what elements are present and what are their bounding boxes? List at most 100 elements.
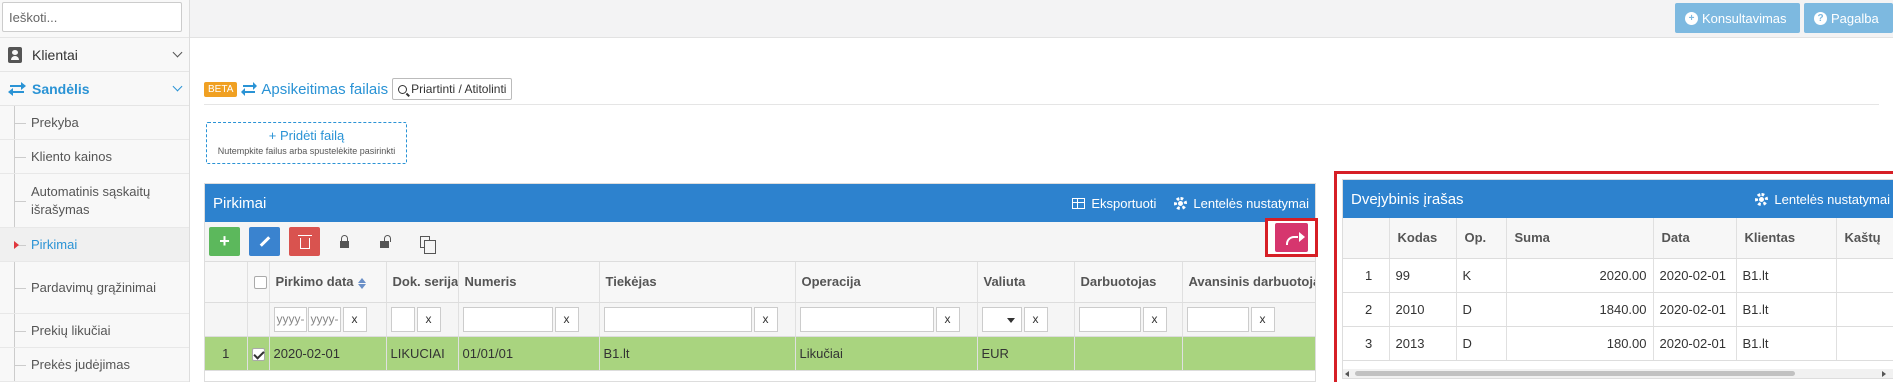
- table-row[interactable]: 3 2013 D 180.00 2020-02-01 B1.lt: [1343, 326, 1893, 361]
- chevron-down-icon: [172, 81, 183, 92]
- sidebar-item-prekiu-likuciai[interactable]: Prekių likučiai: [0, 314, 189, 348]
- col-kodas[interactable]: Kodas: [1389, 218, 1457, 259]
- row-checkbox[interactable]: [251, 347, 265, 361]
- clear-filter-button[interactable]: x: [416, 306, 441, 332]
- scroll-right-icon[interactable]: [1882, 371, 1886, 377]
- col-numeris[interactable]: Numeris: [458, 262, 600, 303]
- clear-filter-button[interactable]: x: [1142, 306, 1167, 332]
- double-entry-highlight: Dvejybinis įrašas Lentelės nustatymai Ko…: [1334, 171, 1893, 382]
- cell-op: D: [1456, 326, 1507, 361]
- col-op[interactable]: Op.: [1456, 218, 1507, 259]
- scroll-left-icon[interactable]: [1345, 371, 1349, 377]
- purchases-table: Pirkimo data Dok. serija Numeris Tiekėja…: [205, 262, 1315, 371]
- sidebar: Klientai Sandėlis Prekyba Kliento kainos…: [0, 0, 190, 382]
- settings-label: Lentelės nustatymai: [1774, 191, 1890, 207]
- export-button[interactable]: Eksportuoti: [1072, 196, 1156, 211]
- col-select[interactable]: [247, 262, 270, 303]
- date-from-filter[interactable]: yyyy-: [273, 306, 307, 332]
- sidebar-item-klientai[interactable]: Klientai: [0, 38, 189, 72]
- sidebar-item-automatinis[interactable]: Automatinis sąskaitų išrašymas: [0, 174, 189, 228]
- clear-filter-button[interactable]: x: [935, 306, 960, 332]
- col-darbuotojas[interactable]: Darbuotojas: [1074, 262, 1183, 303]
- consult-button[interactable]: + Konsultavimas: [1675, 3, 1800, 33]
- clear-filter-button[interactable]: x: [1023, 306, 1048, 332]
- select-all-checkbox[interactable]: [253, 276, 267, 290]
- sidebar-submenu: Prekyba Kliento kainos Automatinis sąska…: [0, 106, 189, 382]
- table-row[interactable]: 2 2010 D 1840.00 2020-02-01 B1.lt: [1343, 292, 1893, 327]
- cell-client: B1.lt: [1736, 292, 1837, 327]
- lock-button[interactable]: [329, 227, 360, 256]
- table-row[interactable]: 1 2020-02-01 LIKUCIAI 01/01/01 B1.lt Lik…: [205, 336, 1315, 371]
- help-label: Pagalba: [1831, 10, 1879, 26]
- date-to-filter[interactable]: yyyy-: [307, 306, 341, 332]
- col-dok-serija[interactable]: Dok. serija: [386, 262, 459, 303]
- sidebar-item-label: Klientai: [32, 46, 78, 63]
- share-button[interactable]: [1275, 223, 1308, 252]
- horizontal-scrollbar[interactable]: [1343, 369, 1893, 378]
- series-filter[interactable]: [390, 306, 415, 332]
- cell-supplier: B1.lt: [599, 336, 796, 371]
- sidebar-item-pirkimai[interactable]: Pirkimai: [0, 228, 189, 262]
- clear-filter-button[interactable]: x: [342, 306, 367, 332]
- sidebar-item-pardavimu-grazinimai[interactable]: Pardavimų grąžinimai: [0, 262, 189, 314]
- row-index: 3: [1343, 326, 1390, 361]
- help-button[interactable]: ? Pagalba: [1804, 3, 1893, 33]
- cell-date: 2020-02-01: [1653, 258, 1737, 293]
- search-input[interactable]: [2, 2, 182, 32]
- cell-cost: [1836, 326, 1893, 361]
- operation-filter[interactable]: [799, 306, 934, 332]
- sidebar-item-label: Prekyba: [31, 114, 79, 130]
- consult-label: Konsultavimas: [1702, 10, 1787, 26]
- pencil-icon: [259, 236, 270, 247]
- gear-icon: [1755, 192, 1769, 206]
- row-index: 1: [205, 336, 248, 371]
- col-operacija[interactable]: Operacija: [795, 262, 978, 303]
- table-settings-button[interactable]: Lentelės nustatymai: [1755, 192, 1890, 207]
- file-exchange-link[interactable]: Apsikeitimas failais: [241, 81, 388, 98]
- col-tiekejas[interactable]: Tiekėjas: [599, 262, 796, 303]
- clear-filter-button[interactable]: x: [753, 306, 778, 332]
- advance-filter[interactable]: [1186, 306, 1249, 332]
- col-kastu[interactable]: Kaštų: [1836, 218, 1893, 259]
- sort-icon[interactable]: [357, 278, 366, 290]
- edit-button[interactable]: [249, 227, 280, 256]
- col-avansinis[interactable]: Avansinis darbuotojas: [1182, 262, 1315, 303]
- sidebar-item-prekes-judejimas[interactable]: Prekės judėjimas: [0, 348, 189, 382]
- filter-row: yyyy-yyyy-x x x x x x x x: [205, 302, 1315, 337]
- delete-button[interactable]: [289, 227, 320, 256]
- col-klientas[interactable]: Klientas: [1736, 218, 1837, 259]
- clear-filter-button[interactable]: x: [554, 306, 579, 332]
- page-title: Apsikeitimas failais: [261, 80, 389, 98]
- double-entry-panel: Dvejybinis įrašas Lentelės nustatymai Ko…: [1342, 179, 1893, 379]
- table-row[interactable]: 1 99 K 2020.00 2020-02-01 B1.lt: [1343, 258, 1893, 293]
- col-pirkimo-data[interactable]: Pirkimo data: [269, 262, 387, 303]
- col-suma[interactable]: Suma: [1506, 218, 1654, 259]
- cell-op: K: [1456, 258, 1507, 293]
- copy-button[interactable]: [409, 227, 440, 256]
- file-dropzone[interactable]: + Pridėti failą Nutempkite failus arba s…: [206, 122, 407, 164]
- cell-cost: [1836, 292, 1893, 327]
- sidebar-item-label: Kliento kainos: [31, 148, 112, 164]
- clear-filter-button[interactable]: x: [1250, 306, 1275, 332]
- number-filter[interactable]: [462, 306, 553, 332]
- sidebar-item-sandelis[interactable]: Sandėlis: [0, 72, 189, 106]
- add-button[interactable]: +: [209, 227, 240, 256]
- col-valiuta[interactable]: Valiuta: [977, 262, 1075, 303]
- employee-filter[interactable]: [1078, 306, 1141, 332]
- dropzone-hint: Nutempkite failus arba spustelėkite pasi…: [217, 146, 396, 156]
- sidebar-item-kliento-kainos[interactable]: Kliento kainos: [0, 140, 189, 174]
- scrollbar-thumb[interactable]: [1355, 371, 1795, 376]
- col-index: [1343, 218, 1390, 259]
- lock-icon: [340, 234, 349, 248]
- sidebar-item-prekyba[interactable]: Prekyba: [0, 106, 189, 140]
- sidebar-item-label: Prekės judėjimas: [31, 356, 130, 372]
- col-data[interactable]: Data: [1653, 218, 1737, 259]
- zoom-button[interactable]: Priartinti / Atitolinti: [392, 78, 513, 100]
- unlock-button[interactable]: [369, 227, 400, 256]
- cell-amount: 2020.00: [1506, 258, 1654, 293]
- table-settings-button[interactable]: Lentelės nustatymai: [1174, 196, 1309, 211]
- chevron-down-icon: [172, 47, 183, 58]
- currency-select[interactable]: [981, 306, 1022, 332]
- unlock-icon: [380, 234, 391, 248]
- supplier-filter[interactable]: [603, 306, 752, 332]
